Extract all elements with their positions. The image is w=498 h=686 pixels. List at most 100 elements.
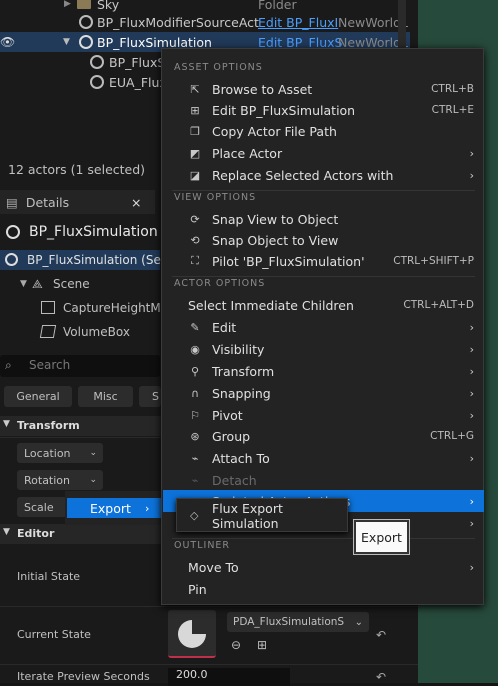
collapse-arrow-icon[interactable]: ▼ — [63, 37, 70, 47]
chevron-right-icon: › — [469, 408, 474, 422]
collapse-arrow-icon[interactable]: ▼ — [3, 419, 10, 429]
component-label: CaptureHeightMa — [63, 301, 169, 315]
menu-item-snap-object[interactable]: ⟲ Snap Object to View — [163, 229, 484, 251]
menu-item-pilot[interactable]: ⛶ Pilot 'BP_FluxSimulation' CTRL+SHIFT+P — [163, 250, 484, 272]
menu-item-edit[interactable]: ✎ Edit › — [163, 316, 484, 338]
component-scene[interactable]: ▼ ⟁ Scene — [0, 274, 160, 294]
row-label: BP_FluxS — [109, 54, 166, 70]
expand-arrow-icon[interactable]: ▶ — [64, 0, 71, 9]
menu-item-edit-blueprint[interactable]: ⊞ Edit BP_FluxSimulation CTRL+E — [163, 99, 484, 121]
search-icon: ⌕ — [5, 358, 12, 372]
transform-icon: ⚲ — [190, 364, 200, 378]
menu-item-label: Transform — [212, 363, 275, 379]
data-asset-icon — [178, 620, 206, 648]
menu-item-snapping[interactable]: ∩ Snapping › — [163, 382, 484, 404]
reset-arrow-icon[interactable]: ↶ — [376, 628, 386, 642]
collapse-arrow-icon[interactable]: ▼ — [20, 279, 27, 289]
reset-arrow-icon[interactable]: ↶ — [376, 670, 386, 684]
menu-divider — [172, 276, 475, 277]
menu-section-header: OUTLINER — [174, 540, 231, 551]
chevron-down-icon: ⌄ — [89, 475, 97, 485]
menu-item-label: Edit — [212, 319, 237, 335]
menu-item-shortcut: CTRL+B — [431, 83, 474, 95]
chevron-right-icon: › — [469, 386, 474, 400]
menu-item-shortcut: CTRL+SHIFT+P — [393, 255, 474, 267]
search-input[interactable]: ⌕ Search — [0, 355, 160, 377]
asset-picker[interactable]: PDA_FluxSimulationS ⌄ — [227, 612, 369, 632]
scene-icon: ⟁ — [32, 276, 43, 291]
menu-item-copy-path[interactable]: ❐ Copy Actor File Path — [163, 120, 484, 142]
menu-item-select-children[interactable]: Select Immediate Children CTRL+ALT+D — [163, 294, 484, 316]
scale-dropdown[interactable]: Scale — [17, 497, 67, 517]
blueprint-icon — [79, 15, 93, 29]
menu-section-header: VIEW OPTIONS — [174, 192, 257, 203]
menu-item-label: Copy Actor File Path — [212, 123, 337, 139]
blueprint-edit-icon: ⊞ — [190, 103, 200, 117]
section-title: Transform — [17, 419, 80, 432]
menu-item-label: Export — [90, 500, 131, 516]
menu-item-detach: ⌁ Detach — [163, 469, 484, 491]
menu-item-label: Pin — [188, 581, 207, 597]
group-icon: ⊛ — [190, 429, 200, 443]
close-icon[interactable]: × — [131, 195, 141, 210]
prop-label: Initial State — [17, 570, 81, 583]
row-label: EUA_Flux — [109, 74, 167, 90]
menu-item-flux-export[interactable]: ◇ Flux Export Simulation — [178, 501, 346, 531]
component-volumebox[interactable]: VolumeBox — [0, 322, 160, 342]
details-header: BP_FluxSimulation — [0, 220, 160, 244]
filter-tab-more[interactable]: S — [139, 386, 161, 407]
detach-icon: ⌁ — [191, 473, 199, 487]
component-capture[interactable]: CaptureHeightMa — [0, 298, 168, 318]
pivot-icon: ⚐ — [190, 408, 200, 422]
iterate-seconds-input[interactable]: 200.0 — [168, 668, 290, 686]
details-tab-label: Details — [25, 194, 70, 210]
menu-item-label: Detach — [212, 472, 257, 488]
menu-item-transform[interactable]: ⚲ Transform › — [163, 360, 484, 382]
pencil-icon: ✎ — [190, 320, 200, 334]
filter-tab-misc[interactable]: Misc — [78, 386, 133, 407]
menu-item-place-actor[interactable]: ◩ Place Actor › — [163, 142, 484, 164]
menu-item-attach-to[interactable]: ⌁ Attach To › — [163, 447, 484, 469]
folder-search-icon[interactable]: ⊞ — [257, 638, 267, 652]
export-menu-item[interactable]: Export › — [67, 498, 161, 518]
eye-icon: ◉ — [190, 342, 200, 356]
copy-icon: ❐ — [190, 124, 200, 138]
snap-object-icon: ⟲ — [190, 233, 200, 247]
menu-section-header: ASSET OPTIONS — [174, 62, 263, 73]
box-icon — [39, 325, 57, 338]
details-tab[interactable]: ▤ Details × — [0, 190, 155, 214]
filter-tab-general[interactable]: General — [4, 386, 72, 407]
menu-item-pivot[interactable]: ⚐ Pivot › — [163, 404, 484, 426]
blueprint-icon — [90, 55, 104, 69]
menu-item-label: Pilot 'BP_FluxSimulation' — [212, 253, 365, 269]
component-label: VolumeBox — [63, 325, 130, 339]
menu-item-snap-view[interactable]: ⟳ Snap View to Object — [163, 208, 484, 230]
menu-item-browse-to-asset[interactable]: ⇱ Browse to Asset CTRL+B — [163, 78, 484, 100]
menu-item-visibility[interactable]: ◉ Visibility › — [163, 338, 484, 360]
row-label: BP_FluxModifierSourceAct — [97, 14, 259, 30]
collapse-arrow-icon[interactable]: ▼ — [3, 527, 10, 537]
chevron-right-icon: › — [469, 342, 474, 356]
menu-item-move-to[interactable]: Move To › — [163, 556, 484, 578]
outliner-row-modifier[interactable]: BP_FluxModifierSourceAct Edit BP_FluxI N… — [0, 12, 410, 32]
chevron-right-icon: › — [469, 168, 474, 182]
rotation-dropdown[interactable]: Rotation ⌄ — [17, 470, 103, 490]
component-label: BP_FluxSimulation (Self — [27, 253, 169, 267]
dropdown-label: Rotation — [24, 473, 71, 487]
location-dropdown[interactable]: Location ⌄ — [17, 443, 103, 463]
eye-icon[interactable]: 👁 — [0, 35, 15, 49]
menu-item-pin[interactable]: Pin — [163, 578, 484, 600]
edit-blueprint-link[interactable]: Edit BP_FluxI — [258, 15, 338, 30]
menu-item-group[interactable]: ⊛ Group CTRL+G — [163, 425, 484, 447]
diamond-icon: ◇ — [190, 509, 199, 522]
details-tab-icon: ▤ — [6, 194, 18, 210]
prop-label: Current State — [17, 628, 91, 641]
browse-arrow-icon[interactable]: ⊖ — [231, 638, 241, 652]
menu-item-label: Move To — [188, 559, 239, 575]
place-actor-icon: ◩ — [189, 146, 201, 160]
menu-item-label: Attach To — [212, 450, 270, 466]
component-root[interactable]: BP_FluxSimulation (Self — [0, 250, 168, 270]
menu-item-replace-actors[interactable]: ◪ Replace Selected Actors with › — [163, 164, 484, 186]
asset-thumbnail[interactable] — [168, 610, 216, 658]
menu-divider — [172, 190, 475, 191]
